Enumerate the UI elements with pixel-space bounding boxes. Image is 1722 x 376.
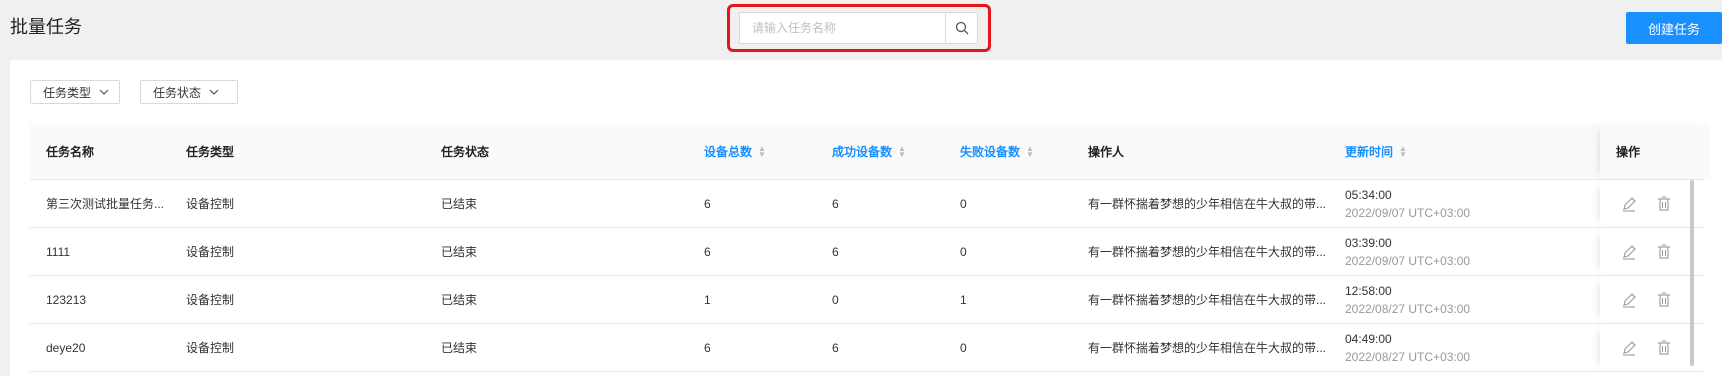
col-header-fail[interactable]: 失败设备数 ▲ ▼ (960, 124, 1034, 179)
col-header-label: 成功设备数 (832, 145, 893, 159)
search-input[interactable] (740, 13, 945, 43)
task-name[interactable]: 123213 (46, 276, 86, 323)
updated-clock: 04:49:00 (1345, 331, 1392, 346)
device-success: 6 (832, 340, 839, 355)
chevron-down-icon (99, 89, 109, 95)
updated-date: 2022/09/07 UTC+03:00 (1345, 205, 1471, 220)
updated-date: 2022/09/07 UTC+03:00 (1345, 253, 1471, 268)
task-name[interactable]: 1111 (46, 228, 70, 275)
task-table: 任务名称 任务类型 任务状态 设备总数 ▲ ▼ 成功设备数 ▲ ▼ 失败设备数 ▲ ▼… (30, 124, 1710, 372)
edit-icon[interactable] (1620, 243, 1638, 261)
task-type: 设备控制 (186, 293, 235, 307)
delete-icon[interactable] (1655, 339, 1673, 357)
operator: 有一群怀揣着梦想的少年相信在牛大叔的带... (1088, 197, 1327, 211)
operator: 有一群怀揣着梦想的少年相信在牛大叔的带... (1088, 293, 1327, 307)
updated-date: 2022/08/27 UTC+03:00 (1345, 349, 1471, 364)
col-header-total[interactable]: 设备总数 ▲ ▼ (704, 124, 766, 179)
col-header-success[interactable]: 成功设备数 ▲ ▼ (832, 124, 906, 179)
updated-clock: 03:39:00 (1345, 235, 1392, 250)
table-header-row: 任务名称 任务类型 任务状态 设备总数 ▲ ▼ 成功设备数 ▲ ▼ 失败设备数 ▲ ▼… (30, 124, 1710, 180)
task-status: 已结束 (441, 341, 478, 355)
task-status: 已结束 (441, 245, 478, 259)
search-icon (955, 21, 968, 35)
task-panel: 任务类型 任务状态 任务名称 任务类型 任务状态 设备总数 ▲ ▼ 成功设备数 ▲… (10, 60, 1722, 376)
col-header-updated[interactable]: 更新时间 ▲ ▼ (1345, 124, 1407, 179)
device-total: 1 (704, 292, 711, 307)
col-header-label: 设备总数 (704, 145, 753, 159)
sort-icon[interactable]: ▲ ▼ (1399, 144, 1407, 158)
table-row[interactable]: deye20 设备控制 已结束 6 6 0 有一群怀揣着梦想的少年相信在牛大叔的… (30, 324, 1710, 372)
sort-icon[interactable]: ▲ ▼ (898, 144, 906, 158)
table-row[interactable]: 1111 设备控制 已结束 6 6 0 有一群怀揣着梦想的少年相信在牛大叔的带.… (30, 228, 1710, 276)
create-task-button[interactable]: 创建任务 (1626, 12, 1722, 44)
device-fail: 0 (960, 244, 967, 259)
task-status-filter[interactable]: 任务状态 (140, 80, 238, 104)
filter-label: 任务状态 (153, 85, 202, 100)
page-title: 批量任务 (10, 17, 82, 37)
table-row[interactable]: 123213 设备控制 已结束 1 0 1 有一群怀揣着梦想的少年相信在牛大叔的… (30, 276, 1710, 324)
device-success: 0 (832, 292, 839, 307)
updated-time: 04:49:00 2022/08/27 UTC+03:00 (1345, 324, 1470, 371)
updated-time: 12:58:00 2022/08/27 UTC+03:00 (1345, 276, 1470, 323)
updated-clock: 12:58:00 (1345, 283, 1392, 298)
col-header-label: 更新时间 (1345, 144, 1394, 159)
updated-time: 03:39:00 2022/09/07 UTC+03:00 (1345, 228, 1470, 275)
edit-icon[interactable] (1620, 195, 1638, 213)
delete-icon[interactable] (1655, 243, 1673, 261)
device-fail: 0 (960, 196, 967, 211)
device-success: 6 (832, 244, 839, 259)
task-name[interactable]: deye20 (46, 324, 85, 371)
task-type: 设备控制 (186, 197, 235, 211)
device-fail: 0 (960, 340, 967, 355)
operator: 有一群怀揣着梦想的少年相信在牛大叔的带... (1088, 341, 1327, 355)
device-fail: 1 (960, 292, 967, 307)
updated-clock: 05:34:00 (1345, 187, 1392, 202)
delete-icon[interactable] (1655, 291, 1673, 309)
sort-icon[interactable]: ▲ ▼ (758, 144, 766, 158)
task-name[interactable]: 第三次测试批量任务... (46, 180, 164, 227)
sort-icon[interactable]: ▲ ▼ (1026, 144, 1034, 158)
task-type: 设备控制 (186, 245, 235, 259)
task-status: 已结束 (441, 197, 478, 211)
col-header-name: 任务名称 (46, 145, 95, 159)
filter-label: 任务类型 (43, 85, 92, 100)
edit-icon[interactable] (1620, 339, 1638, 357)
col-header-actions: 操作 (1616, 145, 1641, 159)
search-button[interactable] (945, 13, 977, 43)
delete-icon[interactable] (1655, 195, 1673, 213)
device-total: 6 (704, 196, 711, 211)
device-success: 6 (832, 196, 839, 211)
actions-column-header: 操作 (1600, 124, 1710, 179)
col-header-type: 任务类型 (186, 145, 235, 159)
task-type-filter[interactable]: 任务类型 (30, 80, 120, 104)
task-status: 已结束 (441, 293, 478, 307)
edit-icon[interactable] (1620, 291, 1638, 309)
device-total: 6 (704, 244, 711, 259)
task-type: 设备控制 (186, 341, 235, 355)
col-header-operator: 操作人 (1088, 145, 1125, 159)
chevron-down-icon (209, 89, 219, 95)
col-header-label: 失败设备数 (960, 145, 1021, 159)
operator: 有一群怀揣着梦想的少年相信在牛大叔的带... (1088, 245, 1327, 259)
updated-date: 2022/08/27 UTC+03:00 (1345, 301, 1471, 316)
table-row[interactable]: 第三次测试批量任务... 设备控制 已结束 6 6 0 有一群怀揣着梦想的少年相… (30, 180, 1710, 228)
updated-time: 05:34:00 2022/09/07 UTC+03:00 (1345, 180, 1470, 227)
col-header-status: 任务状态 (441, 145, 490, 159)
device-total: 6 (704, 340, 711, 355)
vertical-scrollbar[interactable] (1690, 180, 1694, 366)
search-box[interactable] (739, 12, 978, 44)
